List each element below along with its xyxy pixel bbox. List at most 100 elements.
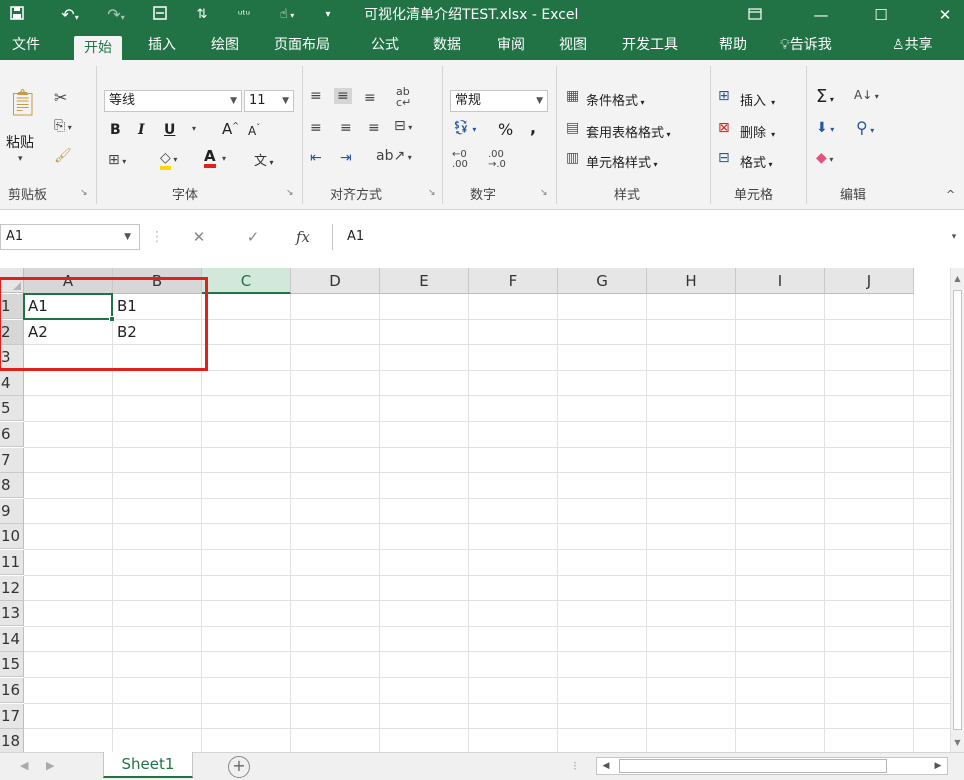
sort-filter-icon[interactable]: A↓ ▾ [854, 88, 879, 102]
scroll-right-icon[interactable]: ▶ [929, 758, 947, 774]
close-icon[interactable]: ✕ [930, 0, 960, 30]
form-icon[interactable] [148, 4, 172, 26]
insert-function-icon[interactable]: fx [290, 226, 316, 248]
row-header-8[interactable]: 8 [0, 473, 24, 499]
tab-share[interactable]: ♙共享 [892, 30, 933, 60]
redo-icon[interactable]: ↷▾ [102, 4, 130, 26]
font-launcher-icon[interactable]: ↘ [286, 188, 294, 198]
bold-button[interactable]: B [110, 122, 121, 138]
fill-color-icon[interactable]: ◇ ▾ [160, 150, 177, 170]
merge-center-icon[interactable]: ⊟ ▾ [394, 118, 412, 134]
tab-split-handle[interactable]: ⁝ [573, 759, 577, 773]
prev-sheet-icon[interactable]: ◀ [20, 759, 28, 772]
save-icon[interactable] [6, 4, 28, 26]
tab-file[interactable]: 文件 [12, 30, 40, 60]
column-header-d[interactable]: D [291, 268, 380, 294]
format-painter-icon[interactable]: 🖌︎ [54, 148, 72, 164]
tab-home[interactable]: 开始 [74, 36, 122, 60]
cut-icon[interactable]: ✂ [54, 88, 67, 107]
wrap-text-icon[interactable]: ab c↵ [396, 86, 411, 108]
delete-cells-button[interactable]: 删除 ▾ [740, 122, 775, 141]
grow-font-button[interactable]: A^ [222, 120, 239, 138]
number-format-combo[interactable]: 常规 ▼ [450, 90, 548, 112]
tab-help[interactable]: 帮助 [719, 30, 747, 60]
format-cells-button[interactable]: 格式 ▾ [740, 152, 773, 171]
name-box[interactable]: A1 ▼ [0, 224, 140, 250]
align-top-icon[interactable]: ≡ [310, 88, 322, 104]
shrink-font-button[interactable]: Aˇ [248, 123, 260, 138]
paste-icon[interactable]: 📋︎ [6, 88, 39, 118]
row-header-7[interactable]: 7 [0, 447, 24, 473]
format-as-table-button[interactable]: 套用表格格式 ▾ [586, 122, 671, 141]
sort-icon[interactable]: ⇅ [190, 4, 214, 26]
column-header-e[interactable]: E [380, 268, 469, 294]
vertical-scroll-thumb[interactable] [953, 290, 962, 730]
column-header-i[interactable]: I [736, 268, 825, 294]
copy-icon[interactable]: ⎘ ▾ [54, 118, 72, 134]
row-header-12[interactable]: 12 [0, 575, 24, 601]
decrease-decimal-icon[interactable]: .00 →.0 [488, 150, 506, 170]
horizontal-scroll-thumb[interactable] [619, 759, 887, 773]
percent-button[interactable]: % [498, 120, 513, 139]
row-header-18[interactable]: 18 [0, 729, 24, 752]
tab-formulas[interactable]: 公式 [371, 30, 399, 60]
customize-qat-icon[interactable]: ▾ [318, 4, 338, 26]
increase-decimal-icon[interactable]: ←0.00 [452, 150, 468, 170]
italic-button[interactable]: I [138, 122, 145, 138]
tab-developer[interactable]: 开发工具 [622, 30, 678, 60]
row-header-6[interactable]: 6 [0, 422, 24, 447]
clear-icon[interactable]: ◆ ▾ [816, 150, 833, 166]
worksheet-grid[interactable]: ABCDEFGHIJ 1 2 3 4 5 6 7 8 9 10 11 12 13 14 15 16 17 18 A… [0, 268, 950, 752]
align-right-icon[interactable]: ≡ [368, 120, 380, 136]
undo-icon[interactable]: ↶▾ [56, 4, 84, 26]
alignment-launcher-icon[interactable]: ↘ [428, 188, 436, 198]
minimize-icon[interactable]: — [806, 0, 836, 30]
underline-button[interactable]: U [164, 122, 175, 138]
row-header-17[interactable]: 17 [0, 703, 24, 729]
align-left-icon[interactable]: ≡ [310, 120, 322, 136]
add-sheet-button[interactable]: + [228, 756, 250, 778]
sheet-tab-sheet1[interactable]: Sheet1 [103, 752, 193, 778]
row-header-15[interactable]: 15 [0, 652, 24, 678]
paste-button[interactable]: 粘贴 [6, 132, 34, 152]
column-header-h[interactable]: H [647, 268, 736, 294]
row-header-10[interactable]: 10 [0, 524, 24, 550]
tab-data[interactable]: 数据 [433, 30, 461, 60]
collapse-ribbon-icon[interactable]: ^ [946, 188, 955, 201]
conditional-format-button[interactable]: 条件格式 ▾ [586, 90, 645, 109]
comma-button[interactable]: , [530, 118, 536, 137]
number-launcher-icon[interactable]: ↘ [540, 188, 548, 198]
tab-view[interactable]: 视图 [559, 30, 587, 60]
increase-indent-icon[interactable]: ⇥ [340, 150, 352, 166]
row-header-9[interactable]: 9 [0, 498, 24, 524]
horizontal-scrollbar[interactable]: ◀ ▶ [596, 757, 948, 775]
fill-icon[interactable]: ⬇ ▾ [816, 120, 834, 136]
autosum-button[interactable]: Σ ▾ [816, 86, 834, 107]
expand-formula-bar-icon[interactable]: ▾ [946, 226, 962, 248]
enter-icon[interactable]: ✓ [240, 226, 266, 248]
border-icon[interactable]: ⊞ ▾ [108, 152, 126, 168]
maximize-icon[interactable]: ☐ [866, 0, 896, 30]
touch-mode-icon[interactable]: ☝ ▾ [266, 4, 308, 26]
tab-tell-me[interactable]: 💡︎告诉我 [780, 30, 832, 60]
next-sheet-icon[interactable]: ▶ [46, 759, 54, 772]
clipboard-launcher-icon[interactable]: ↘ [80, 188, 88, 198]
font-name-combo[interactable]: 等线 ▼ [104, 90, 242, 112]
cell-styles-button[interactable]: 单元格样式 ▾ [586, 152, 658, 171]
tab-draw[interactable]: 绘图 [211, 30, 239, 60]
align-center-icon[interactable]: ≡ [340, 120, 352, 136]
underline-dropdown-icon[interactable]: ▾ [192, 124, 196, 133]
phonetic-button[interactable]: 文 ▾ [254, 150, 274, 169]
vertical-scrollbar[interactable]: ▲ ▼ [950, 268, 964, 752]
row-header-13[interactable]: 13 [0, 601, 24, 627]
paste-dropdown-icon[interactable]: ▾ [18, 154, 23, 164]
scroll-down-icon[interactable]: ▼ [951, 736, 964, 750]
orientation-icon[interactable]: ab↗ ▾ [376, 148, 412, 164]
ribbon-display-icon[interactable] [740, 0, 770, 30]
decrease-indent-icon[interactable]: ⇤ [310, 150, 322, 166]
find-select-icon[interactable]: ⚲ ▾ [856, 118, 874, 137]
column-header-g[interactable]: G [558, 268, 647, 294]
align-bottom-icon[interactable]: ≡ [364, 90, 376, 106]
row-header-11[interactable]: 11 [0, 550, 24, 575]
phonetic-icon[interactable]: ᵘᵗᵘ [232, 4, 256, 26]
